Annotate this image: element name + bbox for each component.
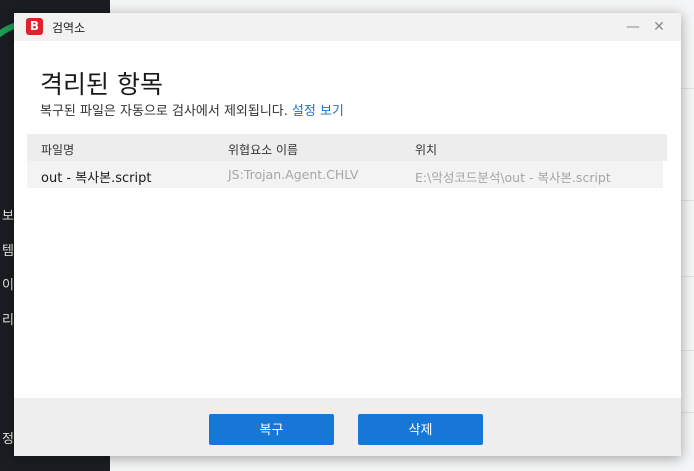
window-title: 검역소	[52, 21, 86, 35]
quarantine-dialog: B 검역소 — ✕ 격리된 항목 복구된 파일은 자동으로 검사에서 제외됩니다…	[14, 13, 681, 456]
background-sidebar-item: 정	[2, 432, 14, 447]
quarantine-table: 파일명 위협요소 이름 위치 out - 복사본.script JS:Troja…	[27, 134, 667, 188]
column-header-threat[interactable]: 위협요소 이름	[228, 141, 298, 158]
subtitle-text: 복구된 파일은 자동으로 검사에서 제외됩니다.	[40, 104, 288, 119]
minimize-icon[interactable]: —	[623, 17, 643, 37]
background-sidebar-item: 이	[2, 278, 14, 293]
delete-button[interactable]: 삭제	[358, 414, 483, 445]
table-header: 파일명 위협요소 이름 위치	[27, 134, 667, 161]
settings-link[interactable]: 설정 보기	[292, 104, 344, 119]
dialog-footer: 복구 삭제	[14, 398, 681, 456]
column-header-file[interactable]: 파일명	[41, 141, 74, 158]
title-bar: B 검역소 — ✕	[14, 13, 681, 41]
background-sidebar-item: 리	[2, 313, 14, 328]
page-title: 격리된 항목	[40, 70, 163, 99]
close-icon[interactable]: ✕	[649, 17, 669, 37]
app-logo-icon: B	[26, 18, 43, 35]
table-row[interactable]: out - 복사본.script JS:Trojan.Agent.CHLV E:…	[27, 161, 663, 188]
background-sidebar-item: 템	[2, 244, 14, 259]
background-sidebar-item: 보	[2, 209, 14, 224]
column-header-location[interactable]: 위치	[415, 141, 437, 158]
restore-button[interactable]: 복구	[209, 414, 334, 445]
location-cell: E:\악성코드분석\out - 복사본.script	[415, 170, 611, 185]
file-name-cell: out - 복사본.script	[41, 171, 152, 186]
page-subtitle: 복구된 파일은 자동으로 검사에서 제외됩니다. 설정 보기	[40, 100, 344, 119]
threat-name-cell: JS:Trojan.Agent.CHLV	[228, 167, 359, 182]
